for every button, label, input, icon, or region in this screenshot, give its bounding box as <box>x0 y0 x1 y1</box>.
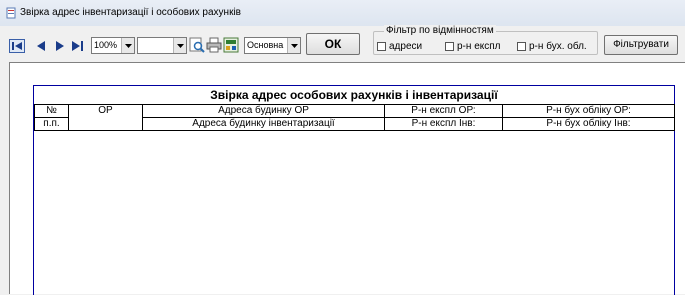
filter-exploit-district-checkbox[interactable]: р-н експл <box>445 41 501 52</box>
zoom-select-value: 100% <box>94 40 118 50</box>
filter-address-checkbox[interactable]: адреси <box>377 41 422 52</box>
next-page-icon <box>56 41 64 51</box>
prev-page-icon <box>37 41 45 51</box>
window-title: Звірка адрес інвентаризації і особових р… <box>20 7 241 18</box>
header-cell-exploit-inv: Р-н експл Інв: <box>384 117 503 131</box>
checkbox-box[interactable] <box>517 42 526 51</box>
ok-button[interactable]: ОК <box>306 33 360 55</box>
header-cell-accounting-or: Р-н бух обліку ОР: <box>502 104 675 118</box>
report-page: Звірка адрес особових рахунків і інвента… <box>33 85 675 295</box>
header-cell-accounting-inv: Р-н бух обліку Інв: <box>502 117 675 131</box>
first-page-button[interactable] <box>9 39 25 53</box>
print-icon[interactable] <box>206 37 222 53</box>
find-icon[interactable] <box>189 37 205 53</box>
prev-page-button[interactable] <box>33 39 49 53</box>
checkbox-box[interactable] <box>377 42 386 51</box>
last-page-button[interactable] <box>70 39 86 53</box>
header-cell-exploit-or: Р-н експл ОР: <box>384 104 503 118</box>
report-header-table: № ОР Адреса будинку ОР Р-н експл ОР: Р-н… <box>34 104 675 131</box>
filter-legend: Фільтр по відмінностям <box>384 25 496 36</box>
filter-accounting-district-checkbox[interactable]: р-н бух. обл. <box>517 41 587 52</box>
filter-accounting-district-label: р-н бух. обл. <box>529 41 587 52</box>
filter-group: Фільтр по відмінностям адреси р-н експл … <box>373 25 598 55</box>
export-icon[interactable] <box>223 37 239 53</box>
filter-address-label: адреси <box>389 41 423 52</box>
chevron-down-icon <box>173 38 186 53</box>
chevron-down-icon <box>287 38 300 53</box>
table-row: № ОР Адреса будинку ОР Р-н експл ОР: Р-н… <box>34 104 675 131</box>
filter-button[interactable]: Фільтрувати <box>604 35 678 55</box>
zoom-select[interactable]: 100% <box>91 37 135 54</box>
last-page-icon <box>72 41 83 51</box>
filter-exploit-district-label: р-н експл <box>457 41 501 52</box>
header-cell-address-or: Адреса будинку ОР <box>142 104 385 118</box>
report-mode-value: Основна <box>247 40 284 50</box>
app-icon <box>6 7 16 19</box>
toolbar: 100% Основна ОК Фільтр по відмінностям а… <box>0 25 685 60</box>
report-mode-select[interactable]: Основна <box>244 37 301 54</box>
checkbox-box[interactable] <box>445 42 454 51</box>
title-bar: Звірка адрес інвентаризації і особових р… <box>0 0 685 27</box>
first-page-icon <box>9 39 25 53</box>
header-cell-number: № <box>34 104 69 118</box>
next-page-button[interactable] <box>52 39 68 53</box>
report-title: Звірка адрес особових рахунків і інвента… <box>210 88 498 102</box>
header-cell-address-inv: Адреса будинку інвентаризації <box>142 117 385 131</box>
chevron-down-icon <box>121 38 134 53</box>
report-viewer[interactable]: Звірка адрес особових рахунків і інвента… <box>9 62 685 295</box>
page-select[interactable] <box>137 37 187 54</box>
header-cell-or: ОР <box>68 104 143 131</box>
header-cell-pp: п.п. <box>34 117 69 131</box>
